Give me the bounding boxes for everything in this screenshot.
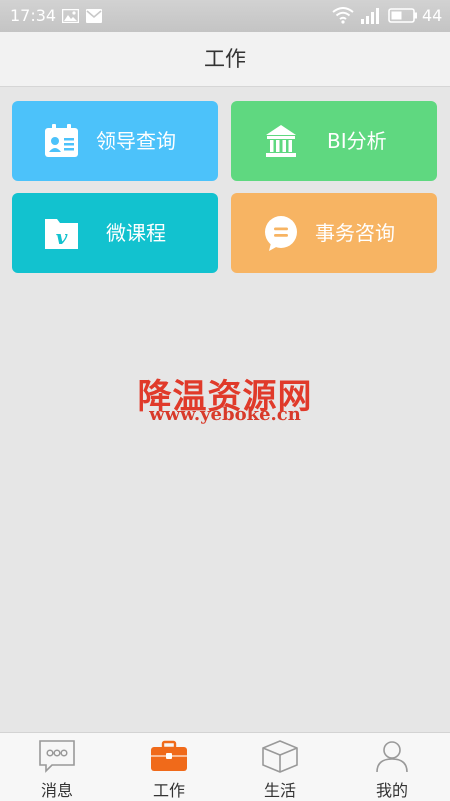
status-bar: 17:34 44 — [0, 0, 450, 32]
chat-bubble-icon — [261, 213, 301, 253]
bank-building-icon — [261, 121, 301, 161]
battery-icon — [388, 8, 418, 27]
tile-label: 事务咨询 — [315, 221, 395, 245]
tab-label: 我的 — [375, 781, 408, 800]
box-icon — [261, 739, 299, 773]
contact-card-icon — [42, 121, 82, 161]
message-icon — [38, 739, 76, 773]
tile-leader-query[interactable]: 领导查询 — [12, 101, 218, 181]
tile-micro-course[interactable]: v 微课程 — [12, 193, 218, 273]
tab-messages[interactable]: 消息 — [1, 733, 113, 801]
image-notification-icon — [61, 8, 80, 27]
tile-label: BI分析 — [327, 129, 387, 153]
mail-notification-icon — [86, 8, 102, 27]
tab-work[interactable]: 工作 — [113, 733, 225, 801]
tab-label: 工作 — [152, 781, 185, 800]
tile-label: 微课程 — [106, 221, 166, 245]
status-time: 17:34 — [10, 6, 57, 25]
wifi-icon — [332, 7, 354, 28]
svg-text:v: v — [56, 225, 68, 249]
tile-label: 领导查询 — [96, 129, 176, 153]
tab-label: 消息 — [40, 781, 73, 800]
person-icon — [373, 739, 411, 773]
watermark-url: www.yeboke.cn — [149, 404, 301, 425]
bottom-nav: 消息 工作 生活 我的 — [0, 732, 450, 801]
tab-label: 生活 — [263, 781, 296, 800]
tab-me[interactable]: 我的 — [336, 733, 448, 801]
battery-level: 44 — [422, 6, 443, 25]
signal-icon — [359, 6, 383, 28]
briefcase-icon — [150, 739, 188, 773]
tile-affairs-consult[interactable]: 事务咨询 — [231, 193, 437, 273]
page-title: 工作 — [0, 32, 450, 87]
folder-v-icon: v — [42, 213, 82, 253]
tile-bi-analysis[interactable]: BI分析 — [231, 101, 437, 181]
tab-life[interactable]: 生活 — [224, 733, 336, 801]
